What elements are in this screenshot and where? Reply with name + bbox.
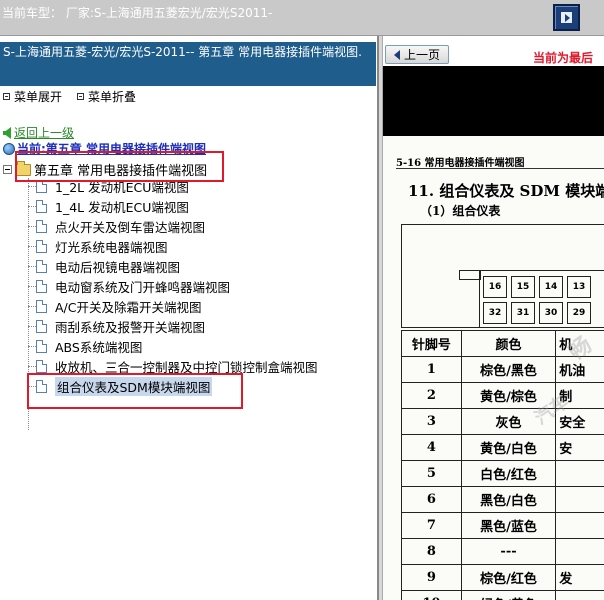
tree-item[interactable]: 1_4L 发动机ECU端视图: [28, 196, 189, 216]
toggle-panel-button[interactable]: [553, 4, 580, 31]
doc-rule: [396, 168, 604, 169]
pin-label: 32: [483, 302, 507, 324]
document-icon: [36, 199, 47, 213]
menu-expand-label: 菜单展开: [14, 90, 63, 104]
doc-subheading: （1）组合仪表: [420, 204, 501, 218]
expand-icon: [3, 93, 10, 100]
table-row: 9 棕色/红色发: [401, 564, 604, 591]
document-icon: [36, 259, 47, 273]
table-row: 3 灰色 安全: [401, 408, 604, 435]
table-header-cell: 颜色: [460, 330, 557, 357]
table-header-cell: 针脚号: [401, 330, 462, 357]
vehicle-title: 当前车型： 厂家:S-上海通用五菱宏光/宏光S2011-: [2, 6, 273, 20]
navigation-panel: S-上海通用五菱-宏光/宏光S-2011-- 第五章 常用电器接插件端视图. 菜…: [0, 36, 378, 600]
document-icon: [36, 339, 47, 353]
tree-item[interactable]: 灯光系统电器端视图: [28, 236, 168, 256]
collapse-icon: [77, 93, 84, 100]
document-icon: [36, 219, 47, 233]
document-icon: [36, 359, 47, 373]
doc-section-title: 5-16 常用电器接插件端视图: [396, 158, 525, 169]
tree-item[interactable]: 电动后视镜电器端视图: [28, 256, 180, 276]
panel-header: S-上海通用五菱-宏光/宏光S-2011-- 第五章 常用电器接插件端视图.: [0, 42, 376, 86]
menu-collapse-label: 菜单折叠: [88, 90, 137, 104]
page-status: 当前为最后: [533, 51, 594, 65]
back-link[interactable]: 返回上一级: [14, 124, 74, 141]
table-row: 6 黑色/白色: [401, 486, 604, 513]
table-row: 10绿色/黄色: [401, 590, 604, 600]
tree-item[interactable]: A/C开关及除霜开关端视图: [28, 296, 202, 316]
document-icon: [36, 319, 47, 333]
tree-item[interactable]: 电动窗系统及门开蜂鸣器端视图: [28, 276, 230, 296]
document-icon: [36, 279, 47, 293]
prev-page-label: 上一页: [403, 48, 440, 62]
table-row: 7 黑色/蓝色: [401, 512, 604, 539]
document-icon: [36, 239, 47, 253]
top-bar: 当前车型： 厂家:S-上海通用五菱宏光/宏光S2011-: [0, 0, 604, 36]
pin-label: 16: [483, 276, 507, 298]
arrow-left-icon: [393, 49, 400, 60]
scanned-page: 5-16 常用电器接插件端视图 11. 组合仪表及 SDM 模块端 （1）组合仪…: [383, 136, 604, 600]
pin-table: 针脚号 颜色 机 1 棕色/黑色 机油 2 黄色/棕色制 3 灰色 安全 4 黄色/白色安 …: [401, 330, 604, 600]
menu-expand-button[interactable]: 菜单展开: [3, 88, 62, 105]
table-row: 5 白色/红色: [401, 460, 604, 487]
highlight-box-selected: [27, 373, 243, 409]
pin-label: 30: [539, 302, 563, 324]
tree-item[interactable]: ABS系统端视图: [28, 336, 142, 356]
table-row: 1 棕色/黑色 机油: [401, 356, 604, 383]
table-row: 4 黄色/白色安: [401, 434, 604, 461]
pin-label: 15: [511, 276, 535, 298]
tree-item[interactable]: 点火开关及倒车雷达端视图: [28, 216, 205, 236]
pin-label: 29: [567, 302, 591, 324]
pin-label: 14: [539, 276, 563, 298]
viewer-toolbar: 上一页 当前为最后: [383, 42, 604, 66]
document-icon: [36, 299, 47, 313]
pin-label: 13: [567, 276, 591, 298]
table-row: 8 ---: [401, 538, 604, 565]
prev-page-button[interactable]: 上一页: [385, 45, 449, 64]
highlight-box-chapter: [15, 151, 224, 182]
menu-collapse-button[interactable]: 菜单折叠: [77, 88, 136, 105]
document-viewer: 上一页 当前为最后 5-16 常用电器接插件端视图 11. 组合仪表及 SDM …: [383, 36, 604, 600]
collapse-node-icon[interactable]: [3, 165, 12, 174]
doc-heading: 11. 组合仪表及 SDM 模块端: [408, 182, 604, 200]
back-arrow-icon: [3, 126, 11, 139]
globe-icon: [3, 142, 15, 155]
pin-label: 31: [511, 302, 535, 324]
play-icon: [560, 11, 573, 24]
table-row: 2 黄色/棕色制: [401, 382, 604, 409]
scan-border: [383, 66, 604, 136]
tree-item[interactable]: 雨刮系统及报警开关端视图: [28, 316, 205, 336]
connector-notch: [459, 270, 481, 280]
back-button[interactable]: 返回上一级: [3, 124, 74, 141]
